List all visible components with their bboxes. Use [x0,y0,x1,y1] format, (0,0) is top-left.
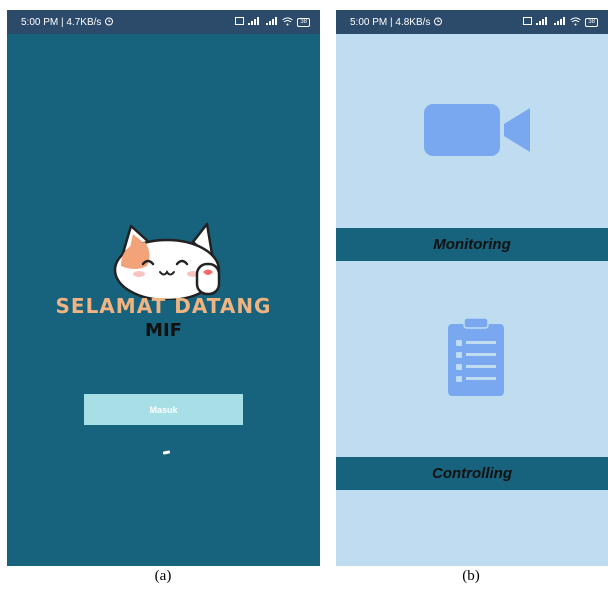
cat-mascot-icon [107,220,225,305]
wifi-icon [570,17,582,28]
menu-screen: 5:00 PM | 4.8KB/s 38 Monitoring Controll… [336,10,608,566]
welcome-title: SELAMAT DATANG [55,294,272,318]
signal-icon [554,17,566,27]
splash-screen: 5:00 PM | 4.7KB/s 38 SELAMAT DATANG MIF … [7,10,320,566]
welcome-logo: SELAMAT DATANG MIF [7,220,320,360]
signal-icon [248,17,262,27]
alarm-icon [433,16,443,29]
clipboard-checklist-icon[interactable] [446,317,506,403]
monitoring-button[interactable]: Monitoring [336,228,608,261]
figure-caption-a: (a) [154,568,172,584]
status-bar: 5:00 PM | 4.7KB/s 38 [7,10,320,34]
controlling-button[interactable]: Controlling [336,457,608,490]
status-time: 5:00 PM | 4.7KB/s [21,16,102,28]
signal-icon [266,17,278,27]
enter-button[interactable]: Masuk [84,394,243,425]
sim-icon [235,17,245,27]
video-camera-icon[interactable] [424,102,532,163]
signal-icon [536,17,550,27]
alarm-icon [104,16,114,29]
wifi-icon [282,17,294,28]
status-bar: 5:00 PM | 4.8KB/s 38 [336,10,608,34]
battery-icon: 38 [585,17,598,27]
welcome-subtitle: MIF [145,320,182,341]
loading-indicator [162,450,171,455]
sim-icon [523,17,533,27]
figure-caption-b: (b) [462,568,480,584]
status-time: 5:00 PM | 4.8KB/s [350,16,431,28]
battery-icon: 38 [297,17,310,27]
